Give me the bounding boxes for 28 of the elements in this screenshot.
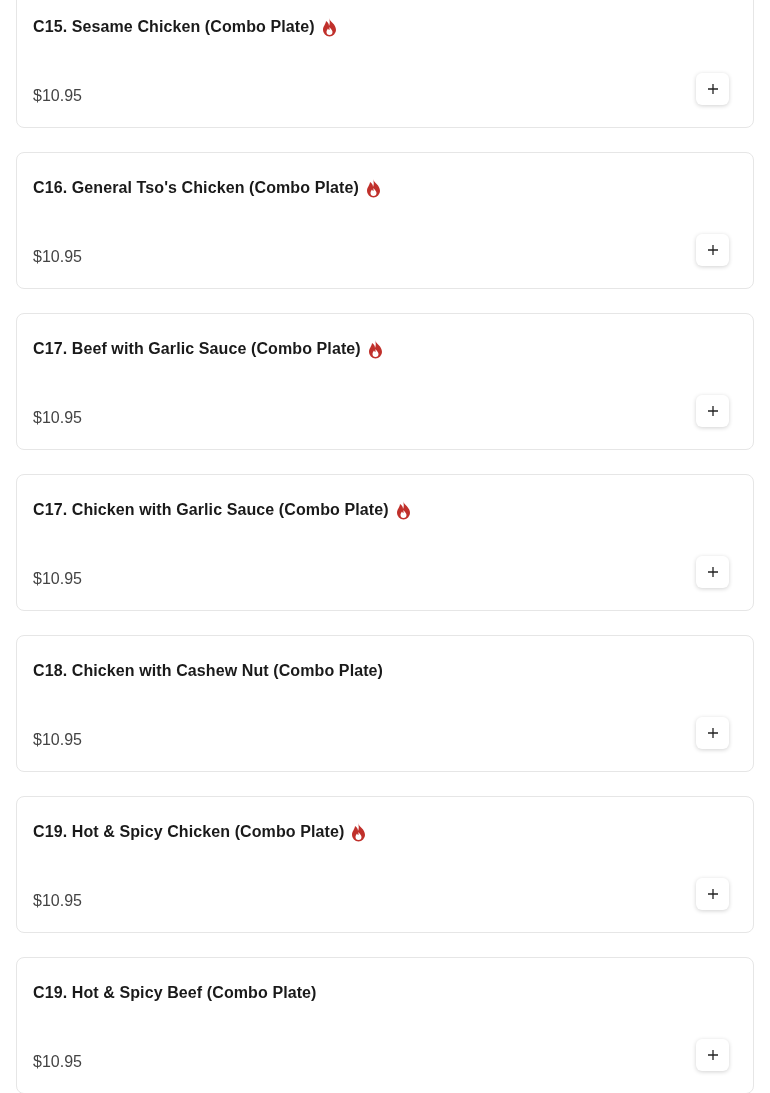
item-price: $10.95 <box>33 86 82 106</box>
plus-icon <box>707 406 718 416</box>
add-button[interactable] <box>696 556 729 588</box>
item-price: $10.95 <box>33 891 82 911</box>
add-button[interactable] <box>696 717 729 749</box>
item-name: C16. General Tso's Chicken (Combo Plate) <box>33 179 359 197</box>
item-name: C19. Hot & Spicy Chicken (Combo Plate) <box>33 823 345 841</box>
add-button[interactable] <box>696 878 729 910</box>
add-button[interactable] <box>696 73 729 105</box>
item-price: $10.95 <box>33 247 82 267</box>
item-name: C18. Chicken with Cashew Nut (Combo Plate) <box>33 662 384 680</box>
plus-icon <box>707 728 718 738</box>
add-button[interactable] <box>696 395 729 427</box>
plus-icon <box>707 245 718 255</box>
item-price: $10.95 <box>33 730 82 750</box>
item-price: $10.95 <box>33 408 82 428</box>
plus-icon <box>707 567 718 577</box>
item-name: C15. Sesame Chicken (Combo Plate) <box>33 18 315 36</box>
item-price: $10.95 <box>33 569 82 589</box>
add-button[interactable] <box>696 234 729 266</box>
item-name: C17. Beef with Garlic Sauce (Combo Plate) <box>33 340 361 358</box>
plus-icon <box>707 84 718 94</box>
item-name: C19. Hot & Spicy Beef (Combo Plate) <box>33 984 317 1002</box>
item-name: C17. Chicken with Garlic Sauce (Combo Plate) <box>33 501 389 519</box>
item-price: $10.95 <box>33 1052 82 1072</box>
plus-icon <box>707 1050 718 1060</box>
plus-icon <box>707 889 718 899</box>
add-button[interactable] <box>696 1039 729 1071</box>
